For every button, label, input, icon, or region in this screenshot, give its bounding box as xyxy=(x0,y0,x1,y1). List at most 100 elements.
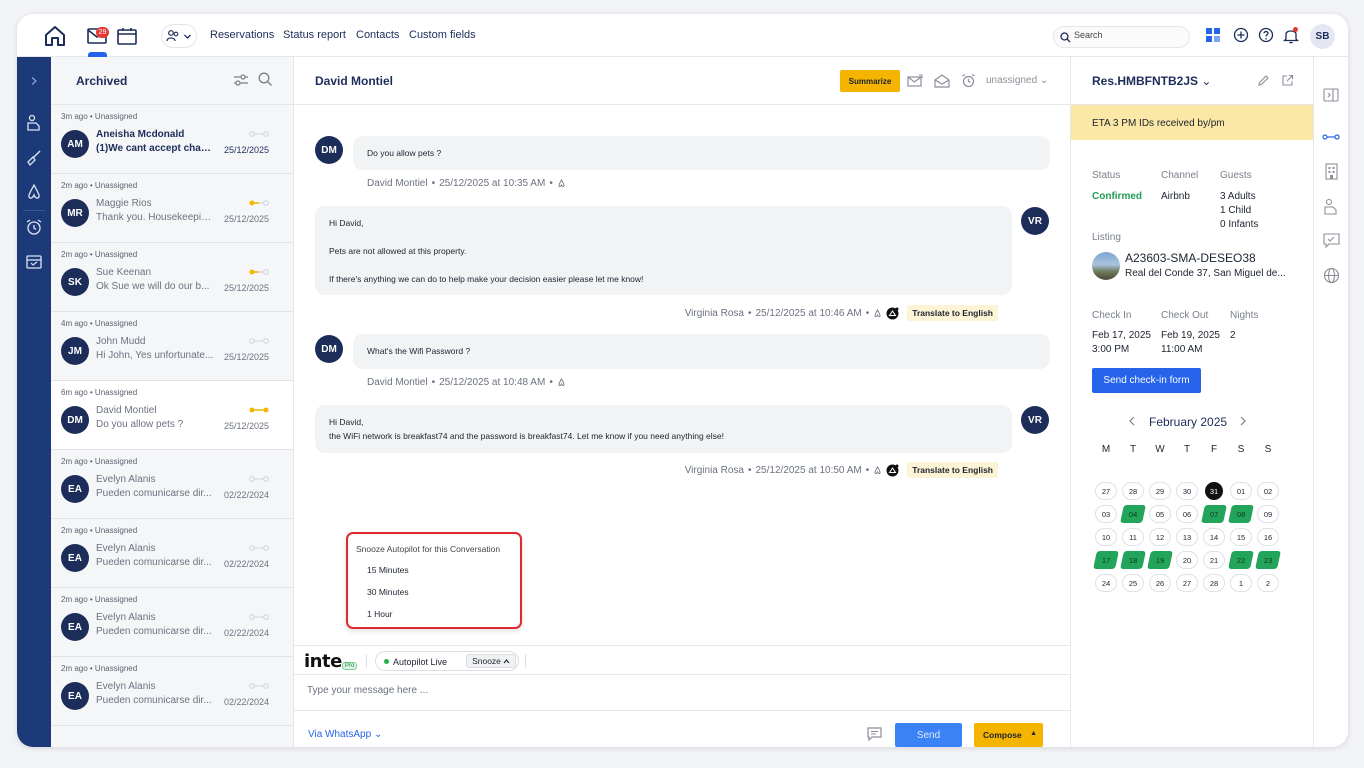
guests-dropdown[interactable] xyxy=(161,24,197,48)
translate-to-english-button[interactable]: Translate to English xyxy=(907,462,998,478)
cleaning-broom-icon[interactable] xyxy=(25,149,43,167)
conversation-item[interactable]: 2m ago • Unassigned EA Evelyn Alanis Pueden… xyxy=(51,450,293,519)
search-input[interactable] xyxy=(1074,30,1184,40)
filter-sliders-icon[interactable] xyxy=(233,73,249,87)
reservation-header: Res.HMBFNTB2JS ⌄ xyxy=(1071,57,1313,105)
calendar-day[interactable]: 18 xyxy=(1120,551,1146,569)
calendar-day[interactable]: 11 xyxy=(1122,528,1144,546)
calendar-day[interactable]: 27 xyxy=(1095,482,1117,500)
conversation-item[interactable]: 2m ago • Unassigned EA Evelyn Alanis Pueden… xyxy=(51,588,293,657)
conversation-item[interactable]: 3m ago • Unassigned AM Aneisha Mcdonald (1)… xyxy=(51,105,293,174)
nav-status-report[interactable]: Status report xyxy=(283,29,346,41)
airbnb-logo-icon[interactable] xyxy=(25,183,43,201)
calendar-day[interactable]: 08 xyxy=(1228,505,1254,523)
nav-custom-fields[interactable]: Custom fields xyxy=(409,29,476,41)
calendar-day-number: 08 xyxy=(1236,509,1246,519)
calendar-day[interactable]: 1 xyxy=(1230,574,1252,592)
conversation-item[interactable]: 6m ago • Unassigned DM David Montiel Do you… xyxy=(51,381,293,450)
archive-box-icon[interactable] xyxy=(25,253,43,271)
snooze-option-1-hour[interactable]: 1 Hour xyxy=(367,609,393,619)
message-input[interactable] xyxy=(307,685,1047,696)
add-circle-icon[interactable] xyxy=(1233,27,1249,43)
calendar-day[interactable]: 19 xyxy=(1147,551,1173,569)
calendar-day[interactable]: 23 xyxy=(1255,551,1281,569)
calendar-day[interactable]: 09 xyxy=(1257,505,1279,523)
user-avatar[interactable]: SB xyxy=(1310,24,1335,49)
templates-chat-icon[interactable] xyxy=(867,727,882,741)
calendar-day[interactable]: 13 xyxy=(1176,528,1198,546)
send-button[interactable]: Send xyxy=(895,723,962,747)
calendar-day[interactable]: 30 xyxy=(1176,482,1198,500)
globe-icon[interactable] xyxy=(1322,266,1340,284)
nav-contacts[interactable]: Contacts xyxy=(356,29,399,41)
host-person-icon[interactable] xyxy=(25,114,43,132)
calendar-day[interactable]: 27 xyxy=(1176,574,1198,592)
translate-to-english-button[interactable]: Translate to English xyxy=(907,305,998,321)
conversation-item[interactable]: 2m ago • Unassigned MR Maggie Rios Thank yo… xyxy=(51,174,293,243)
channel-selector[interactable]: Via WhatsApp ⌄ xyxy=(308,729,382,740)
calendar-day[interactable]: 26 xyxy=(1149,574,1171,592)
calendar-day[interactable]: 31 xyxy=(1205,482,1223,500)
guest-person-icon[interactable] xyxy=(1322,197,1340,215)
calendar-day[interactable]: 24 xyxy=(1095,574,1117,592)
summarize-button[interactable]: Summarize xyxy=(840,70,900,92)
calendar-day[interactable]: 06 xyxy=(1176,505,1198,523)
conversation-item[interactable]: 2m ago • Unassigned EA Evelyn Alanis Pueden… xyxy=(51,519,293,588)
edit-pencil-icon[interactable] xyxy=(1257,74,1270,87)
chat-review-icon[interactable] xyxy=(1322,232,1340,250)
calendar-day[interactable]: 25 xyxy=(1122,574,1144,592)
calendar-day[interactable]: 02 xyxy=(1257,482,1279,500)
calendar-day[interactable]: 22 xyxy=(1228,551,1254,569)
conversation-item[interactable]: 2m ago • Unassigned EA Evelyn Alanis Pueden… xyxy=(51,657,293,726)
calendar-day[interactable]: 01 xyxy=(1230,482,1252,500)
assignee-dropdown[interactable]: unassigned ⌄ xyxy=(986,75,1048,86)
calendar-day[interactable]: 28 xyxy=(1203,574,1225,592)
help-icon[interactable] xyxy=(1258,27,1274,43)
reservation-id-dropdown[interactable]: Res.HMBFNTB2JS ⌄ xyxy=(1092,74,1211,88)
calendar-day[interactable]: 16 xyxy=(1257,528,1279,546)
conversation-item[interactable]: 4m ago • Unassigned JM John Mudd Hi John, Y… xyxy=(51,312,293,381)
calendar-day[interactable]: 04 xyxy=(1120,505,1146,523)
calendar-day[interactable]: 05 xyxy=(1149,505,1171,523)
calendar-icon[interactable] xyxy=(116,26,138,46)
collapse-panel-icon[interactable] xyxy=(1322,86,1340,104)
mark-read-icon[interactable] xyxy=(934,74,950,88)
calendar-day[interactable]: 14 xyxy=(1203,528,1225,546)
notification-bell-icon[interactable] xyxy=(1283,26,1299,44)
timeline-icon[interactable] xyxy=(1322,128,1340,146)
send-check-in-form-button[interactable]: Send check-in form xyxy=(1092,368,1201,393)
calendar-day[interactable]: 2 xyxy=(1257,574,1279,592)
apps-grid-icon[interactable] xyxy=(1205,27,1221,43)
calendar-day[interactable]: 28 xyxy=(1122,482,1144,500)
calendar-day[interactable]: 10 xyxy=(1095,528,1117,546)
snooze-alarm-icon[interactable] xyxy=(961,73,976,88)
snooze-option-30-minutes[interactable]: 30 Minutes xyxy=(367,587,409,597)
calendar-day[interactable]: 12 xyxy=(1149,528,1171,546)
nav-reservations[interactable]: Reservations xyxy=(210,29,274,41)
conversation-item[interactable]: 2m ago • Unassigned SK Sue Keenan Ok Sue we… xyxy=(51,243,293,312)
avatar: DM xyxy=(61,406,89,434)
search-icon[interactable] xyxy=(258,72,273,87)
calendar-day[interactable]: 17 xyxy=(1093,551,1119,569)
open-external-icon[interactable] xyxy=(1281,74,1294,87)
calendar-prev-icon[interactable] xyxy=(1127,415,1137,427)
avatar: SK xyxy=(61,268,89,296)
calendar-next-icon[interactable] xyxy=(1238,415,1248,427)
snooze-option-15-minutes[interactable]: 15 Minutes xyxy=(367,565,409,575)
calendar-day[interactable]: 20 xyxy=(1176,551,1198,569)
home-icon[interactable] xyxy=(43,24,67,48)
calendar-day[interactable]: 15 xyxy=(1230,528,1252,546)
listing-name[interactable]: A23603-SMA-DESEO38 xyxy=(1125,251,1256,265)
calendar-day[interactable]: 03 xyxy=(1095,505,1117,523)
calendar-day[interactable]: 21 xyxy=(1203,551,1225,569)
calendar-day[interactable]: 29 xyxy=(1149,482,1171,500)
eta-note-banner: ETA 3 PM IDs received by/pm xyxy=(1071,105,1313,140)
calendar-day[interactable]: 07 xyxy=(1201,505,1227,523)
building-icon[interactable] xyxy=(1322,162,1340,180)
snooze-dropdown-button[interactable]: Snooze xyxy=(466,654,516,668)
compose-button[interactable]: Compose ▲ xyxy=(974,723,1043,747)
left-nav-rail xyxy=(17,57,51,747)
expand-chevron-icon[interactable] xyxy=(25,72,43,90)
alarm-clock-icon[interactable] xyxy=(25,218,43,236)
send-mail-icon[interactable] xyxy=(907,74,923,88)
